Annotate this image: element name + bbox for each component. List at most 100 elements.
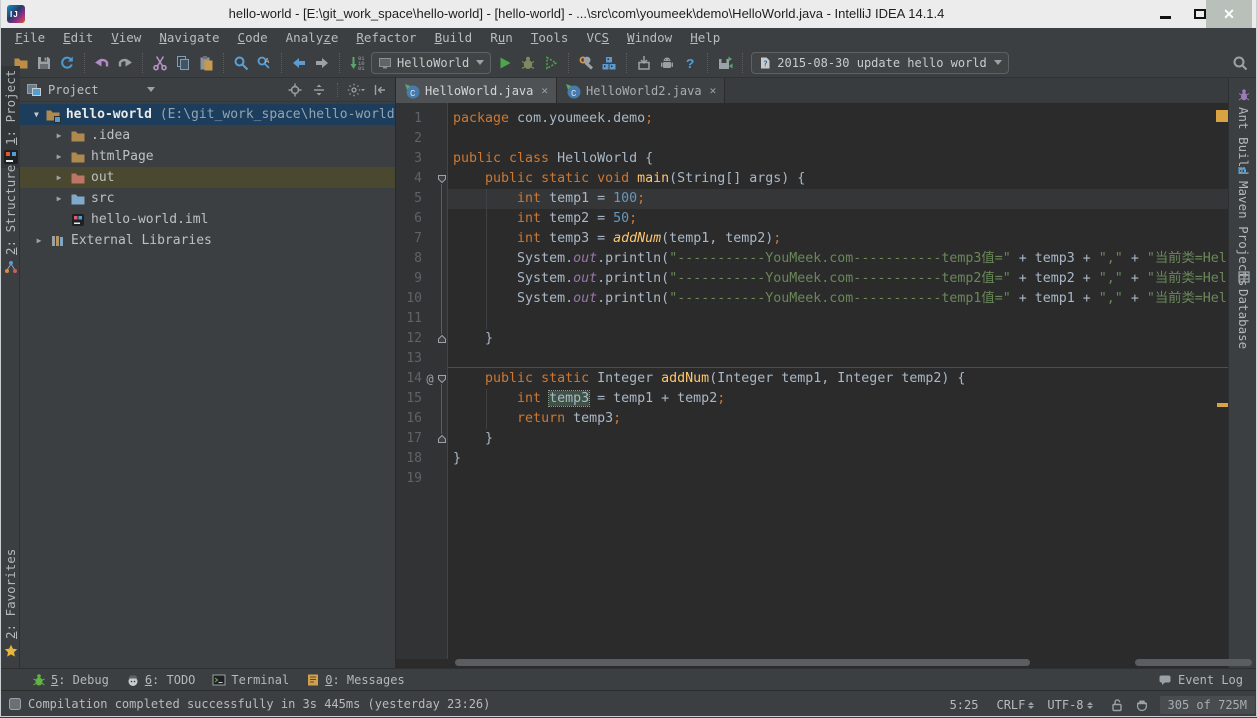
sync-button[interactable] <box>58 53 76 73</box>
toolbar-separator <box>281 52 282 73</box>
menu-edit[interactable]: Edit <box>54 28 102 48</box>
menu-code[interactable]: Code <box>229 28 277 48</box>
tree-item-htmlpage[interactable]: ▶ htmlPage <box>20 146 395 167</box>
tree-item-path: (E:\git_work_space\hello-world) <box>151 107 403 122</box>
menu-navigate[interactable]: Navigate <box>150 28 228 48</box>
settings-wrench-button[interactable] <box>577 53 595 73</box>
tree-item--idea[interactable]: ▶ .idea <box>20 125 395 146</box>
method-separator <box>448 367 1228 368</box>
paste-button[interactable] <box>197 53 215 73</box>
annotation-gutter-icon: @ <box>426 372 434 386</box>
expand-arrow-icon[interactable]: ▶ <box>54 194 64 203</box>
menu-analyze[interactable]: Analyze <box>277 28 348 48</box>
tree-item-hello-world[interactable]: ▼ hello-world (E:\git_work_space\hello-wo… <box>20 104 402 125</box>
encoding-widget[interactable]: UTF-8 <box>1047 698 1093 712</box>
menu-build[interactable]: Build <box>426 28 482 48</box>
collapse-button[interactable] <box>371 82 389 98</box>
expand-arrow-icon[interactable]: ▶ <box>34 236 44 245</box>
gear-button[interactable] <box>347 82 365 98</box>
menu-file[interactable]: File <box>6 28 54 48</box>
back-button[interactable] <box>290 53 308 73</box>
tool-button-5-debug[interactable]: 5: Debug <box>32 673 109 687</box>
run-configuration-combo[interactable]: HelloWorld <box>371 51 492 74</box>
line-separator-widget[interactable]: CRLF <box>996 698 1035 712</box>
redo-icon <box>117 55 133 71</box>
minimize-button[interactable] <box>1148 0 1182 28</box>
fold-marker-icon[interactable] <box>437 434 447 444</box>
close-button[interactable]: ✕ <box>1206 0 1252 28</box>
project-structure-button[interactable] <box>600 53 618 73</box>
line-number: 18 <box>406 451 422 466</box>
fold-marker-icon[interactable] <box>437 174 447 184</box>
tool-button-0-messages[interactable]: 0: Messages <box>306 673 405 687</box>
highlighting-level-icon[interactable] <box>1135 698 1149 712</box>
install-artifact-button[interactable] <box>635 53 653 73</box>
close-icon[interactable]: ✕ <box>710 84 717 97</box>
tree-item-label: External Libraries <box>71 233 212 248</box>
editor-tab-helloworld2-java[interactable]: C HelloWorld2.java ✕ <box>557 78 726 103</box>
tree-item-hello-world-iml[interactable]: hello-world.iml <box>20 209 395 230</box>
debug-tool-icon <box>32 673 46 687</box>
svg-text:?: ? <box>686 57 694 71</box>
status-widget-icon[interactable] <box>8 697 22 711</box>
run-button[interactable] <box>496 53 514 73</box>
stripe-tab--project[interactable]: 1: Project <box>1 65 20 168</box>
save-and-sync-button[interactable] <box>716 53 734 73</box>
memory-indicator[interactable]: 305 of 725M <box>1159 695 1255 714</box>
tree-item-external-libraries[interactable]: ▶ External Libraries <box>20 230 395 251</box>
event-log-button[interactable]: Event Log <box>1158 669 1243 691</box>
cut-button[interactable] <box>151 53 169 73</box>
redo-button[interactable] <box>116 53 134 73</box>
toolbar-separator <box>142 52 143 73</box>
fold-marker-icon[interactable] <box>437 334 447 344</box>
expand-arrow-icon[interactable]: ▶ <box>54 173 64 182</box>
expand-arrow-icon[interactable]: ▶ <box>54 152 64 161</box>
project-panel-title[interactable]: Project <box>48 83 99 97</box>
copy-button[interactable] <box>174 53 192 73</box>
vcs-changelist-combo[interactable]: ? 2015-08-30 update hello world <box>751 51 1009 74</box>
save-all-button[interactable] <box>35 53 53 73</box>
fold-marker-icon[interactable] <box>437 374 447 384</box>
find-button[interactable] <box>232 53 250 73</box>
tree-item-out[interactable]: ▶ out <box>20 167 395 188</box>
menu-vcs[interactable]: VCS <box>577 28 618 48</box>
stripe-tab--favorites[interactable]: 2: Favorites <box>1 545 20 662</box>
tree-item-src[interactable]: ▶ src <box>20 188 395 209</box>
replace-button[interactable]: A <box>255 53 273 73</box>
undo-button[interactable] <box>93 53 111 73</box>
split-button[interactable] <box>310 82 328 98</box>
tool-button-6-todo[interactable]: 6: TODO <box>126 673 195 687</box>
search-everywhere-icon[interactable] <box>1232 55 1248 71</box>
menu-view[interactable]: View <box>102 28 150 48</box>
coverage-button[interactable] <box>542 53 560 73</box>
stripe-tab--structure[interactable]: 2: Structure <box>1 161 20 278</box>
main-toolbar: A 01 10 01 HelloWorld? ? 2015-08-30 update hel… <box>0 48 1257 78</box>
editor-tab-helloworld-java[interactable]: C HelloWorld.java ✕ <box>396 78 557 103</box>
horizontal-scrollbar[interactable] <box>455 659 1030 666</box>
close-icon[interactable]: ✕ <box>541 84 548 97</box>
stripe-tab-database[interactable]: Database <box>1233 266 1255 353</box>
intellij-logo-icon: IJ <box>7 5 25 23</box>
menu-refactor[interactable]: Refactor <box>347 28 425 48</box>
forward-button[interactable] <box>313 53 331 73</box>
menu-window[interactable]: Window <box>618 28 681 48</box>
scrollbar-corner[interactable] <box>1135 659 1252 666</box>
sort-lines-button[interactable]: 01 10 01 <box>348 53 366 73</box>
collapse-arrow-icon[interactable]: ▼ <box>34 110 39 119</box>
menu-tools[interactable]: Tools <box>522 28 578 48</box>
line-number: 2 <box>414 131 422 146</box>
debug-button[interactable] <box>519 53 537 73</box>
android-button[interactable] <box>658 53 676 73</box>
menu-run[interactable]: Run <box>481 28 522 48</box>
lock-icon[interactable] <box>1110 698 1124 712</box>
locate-button[interactable] <box>286 82 304 98</box>
project-view-icon <box>26 82 42 98</box>
expand-arrow-icon[interactable]: ▶ <box>54 131 64 140</box>
menu-help[interactable]: Help <box>681 28 729 48</box>
help-button[interactable]: ? <box>681 53 699 73</box>
toolbar-separator <box>84 52 85 73</box>
chevron-down-icon[interactable] <box>146 87 155 92</box>
caret-position[interactable]: 5:25 <box>950 698 979 712</box>
project-structure-icon <box>601 55 617 71</box>
tool-button-terminal[interactable]: Terminal <box>212 673 289 687</box>
